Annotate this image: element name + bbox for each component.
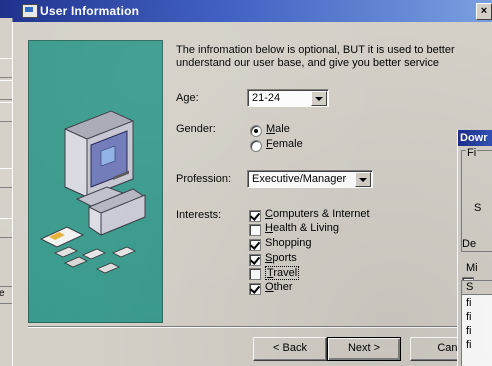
option-label: ports (272, 252, 297, 264)
background-toolbar-stub (0, 168, 12, 188)
interest-checkbox-health[interactable] (249, 224, 261, 236)
option-label: ther (273, 281, 293, 293)
chevron-down-icon[interactable] (311, 91, 327, 106)
back-button[interactable]: < Back (253, 337, 327, 361)
computer-icon (22, 4, 38, 18)
accelerator-key: H (265, 222, 273, 234)
option-label: ealth & Living (272, 222, 339, 234)
list-item[interactable]: fi (466, 311, 472, 323)
background-toolbar-stub (0, 218, 12, 238)
profession-label: Profession: (176, 173, 232, 185)
user-information-dialog: User Information × ce (0, 0, 492, 366)
download-window-title[interactable]: Dowr (458, 130, 492, 146)
computer-illustration (28, 40, 163, 323)
interest-checkbox-sports[interactable] (249, 254, 261, 266)
background-toolbar-stub (0, 58, 12, 78)
list-item[interactable]: fi (466, 325, 472, 337)
age-select[interactable]: 21-24 (247, 89, 329, 107)
option-label: omputers & Internet (272, 208, 370, 220)
accelerator-key: C (265, 208, 273, 220)
interest-option-shopping[interactable]: Shopping (265, 237, 312, 249)
interest-checkbox-computers[interactable] (249, 210, 261, 222)
desktop-screen: User Information × ce (0, 0, 492, 366)
gender-radio-female[interactable] (250, 140, 262, 152)
gender-label: Gender: (176, 123, 216, 135)
cancel-button[interactable]: Canc (410, 337, 464, 361)
option-label: Shopping (265, 237, 312, 249)
interests-label: Interests: (176, 209, 222, 221)
close-button[interactable]: × (476, 3, 492, 20)
button-separator (28, 326, 458, 328)
interest-checkbox-travel[interactable] (249, 268, 261, 280)
interest-checkbox-shopping[interactable] (249, 239, 261, 251)
download-file-group (461, 150, 492, 252)
download-row-label: De (462, 238, 477, 250)
download-file-group-label: Fi (466, 147, 478, 159)
list-header[interactable]: S (462, 281, 492, 295)
background-toolbar-stub (0, 102, 12, 122)
list-item[interactable]: fi (466, 339, 472, 351)
interest-checkbox-other[interactable] (249, 283, 261, 295)
chevron-down-icon[interactable] (355, 172, 371, 187)
interest-option-other[interactable]: Other (265, 281, 293, 293)
list-item[interactable]: fi (466, 297, 472, 309)
accelerator-key: M (266, 123, 276, 135)
dialog-titlebar[interactable]: User Information × (0, 0, 492, 22)
accelerator-key: F (266, 138, 273, 150)
dialog-edge (12, 22, 13, 366)
interest-option-travel[interactable]: Travel (265, 266, 300, 280)
profession-select-value: Executive/Manager (252, 173, 347, 185)
gender-radio-male[interactable] (250, 125, 262, 137)
interest-option-computers[interactable]: Computers & Internet (265, 208, 370, 220)
age-select-value: 21-24 (252, 92, 281, 104)
download-window: Dowr Fi S De Mi S fi fi fi fi (457, 130, 492, 366)
age-label: Age: (176, 92, 199, 104)
option-label: ale (275, 123, 290, 135)
dialog-title: User Information (40, 4, 140, 18)
accelerator-key: O (265, 281, 274, 293)
download-row-label: S (474, 202, 482, 214)
next-button[interactable]: Next > (327, 337, 401, 361)
background-toolbar-stub (0, 80, 12, 100)
profession-select[interactable]: Executive/Manager (247, 170, 373, 188)
intro-text: The infromation below is optional, BUT i… (176, 44, 455, 69)
option-label: ravel (273, 267, 298, 279)
download-mirror-list[interactable]: S fi fi fi fi (461, 280, 492, 366)
interest-option-health[interactable]: Health & Living (265, 222, 339, 234)
computer-illustration-art (39, 110, 146, 274)
option-label: emale (272, 138, 303, 150)
gender-option-male[interactable]: Male (266, 123, 290, 135)
gender-option-female[interactable]: Female (266, 138, 303, 150)
download-mirror-group-label: Mi (466, 262, 478, 274)
interest-option-sports[interactable]: Sports (265, 252, 297, 264)
